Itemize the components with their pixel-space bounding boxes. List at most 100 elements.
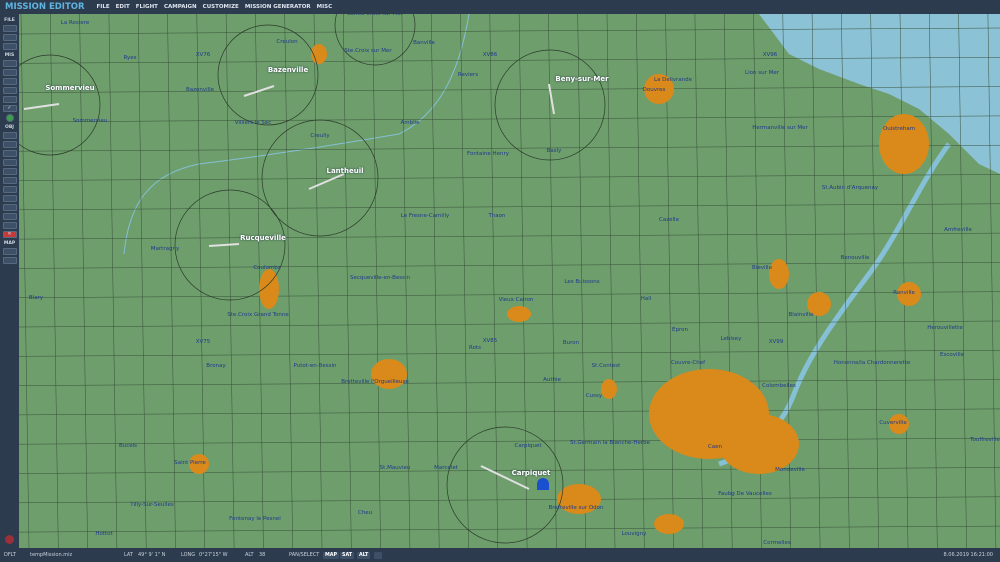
airfield-label[interactable]: Rucqueville — [240, 234, 286, 242]
alt-value: 38 — [259, 552, 266, 558]
map-grid — [19, 14, 1000, 548]
place-label: Saint Pierre — [174, 460, 206, 466]
grid-line — [548, 14, 557, 548]
briefing-icon[interactable] — [2, 60, 17, 67]
place-label: Hononne/la Chardonnerette — [833, 360, 911, 366]
place-label: Louvigny — [621, 531, 647, 537]
grid-line — [19, 408, 1000, 416]
grid-line — [19, 525, 1000, 533]
grid-line — [460, 14, 469, 548]
sat-button[interactable]: SAT — [340, 551, 355, 559]
open-folder-icon[interactable] — [2, 34, 17, 41]
place-label: Coulombs — [253, 265, 281, 271]
profile-select[interactable]: DFLT — [4, 552, 16, 558]
place-label: Douvres — [642, 87, 666, 93]
grid-line — [841, 14, 850, 548]
place-label: Le Fresne-Camilly — [400, 213, 450, 219]
vehicle-icon[interactable] — [2, 159, 17, 166]
lat-label: LAT — [124, 552, 133, 558]
grid-line — [636, 14, 645, 548]
long-label: LONG — [181, 552, 196, 558]
place-label: St.Aubin d'Arquenay — [821, 185, 879, 191]
fly-icon[interactable] — [5, 114, 14, 122]
airfield-label[interactable]: Bazenville — [268, 66, 308, 74]
resources-icon[interactable] — [2, 96, 17, 103]
weather-icon[interactable] — [2, 69, 17, 76]
menu-campaign[interactable]: CAMPAIGN — [164, 4, 197, 10]
airfield-label[interactable]: Beny-sur-Mer — [555, 75, 608, 83]
place-label: Sainte Croix sur Mer — [347, 14, 403, 17]
shapes-icon[interactable] — [2, 222, 17, 229]
place-label: XV96 — [762, 52, 778, 58]
menu-misc[interactable]: MISC — [317, 4, 333, 10]
section-map: MAP — [3, 241, 16, 246]
unit-marker[interactable] — [537, 478, 549, 490]
place-label: Touffreville — [970, 437, 1000, 443]
place-label: Vieux Cairon — [498, 297, 534, 303]
grid-line — [19, 437, 1000, 445]
place-label: Cheu — [357, 510, 373, 516]
goals-icon[interactable] — [2, 87, 17, 94]
towns — [189, 44, 929, 534]
layers-icon[interactable] — [374, 551, 382, 559]
place-label: Fontaine Henry — [466, 151, 510, 157]
save-icon[interactable] — [2, 43, 17, 50]
place-label: Basly — [546, 148, 562, 154]
triggers-icon[interactable] — [2, 78, 17, 85]
place-label: Hermanville sur Mer — [752, 125, 808, 131]
plane-icon[interactable] — [2, 132, 17, 139]
menu-flight[interactable]: FLIGHT — [136, 4, 158, 10]
place-label: Tilly-Sur-Seulles — [130, 502, 174, 508]
place-label: La Delivrande — [653, 77, 693, 83]
place-label: Cuverville — [879, 420, 907, 426]
bullseye-icon[interactable] — [2, 204, 17, 211]
airfield-label[interactable]: Carpiquet — [512, 469, 551, 477]
grid-line — [518, 14, 528, 548]
new-file-icon[interactable] — [2, 25, 17, 32]
place-label: Marcelet — [434, 465, 458, 471]
place-label: Mondeville — [775, 467, 805, 473]
waypoint-icon[interactable] — [2, 177, 17, 184]
template-icon[interactable] — [2, 186, 17, 193]
map-view[interactable]: Bazenville Sommervieu Beny-sur-Mer Lanth… — [19, 14, 1000, 548]
ship-icon[interactable] — [2, 150, 17, 157]
place-label: Les Buissons — [564, 279, 600, 285]
check-icon[interactable]: ✓ — [2, 105, 17, 112]
grid-line — [50, 14, 59, 548]
place-label: Escoville — [940, 352, 964, 358]
static-object-icon[interactable] — [2, 168, 17, 175]
delete-icon[interactable]: ✕ — [2, 231, 17, 238]
airfield-label[interactable]: Lantheuil — [326, 167, 363, 175]
zone-icon[interactable] — [2, 195, 17, 202]
airfield-label[interactable]: Sommervieu — [45, 84, 94, 92]
alt-button[interactable]: ALT — [357, 551, 371, 559]
place-label: Fontenay le Pesnel — [229, 516, 281, 522]
exit-icon[interactable] — [5, 535, 14, 544]
grid-line — [19, 467, 1000, 474]
menu-edit[interactable]: EDIT — [116, 4, 130, 10]
place-label: La Rosiere — [60, 20, 90, 26]
place-label: XV85 — [482, 338, 498, 344]
place-label: Cazelle — [659, 217, 679, 223]
ruler-icon[interactable] — [2, 257, 17, 264]
grid-line — [19, 320, 1000, 328]
menu-customize[interactable]: CUSTOMIZE — [203, 4, 239, 10]
nav-points-icon[interactable] — [2, 213, 17, 220]
helicopter-icon[interactable] — [2, 141, 17, 148]
section-mis: MIS — [4, 53, 15, 58]
place-label: Cussy — [585, 393, 603, 399]
place-label: Sommervieu — [72, 118, 108, 124]
menu-mission-generator[interactable]: MISSION GENERATOR — [245, 4, 311, 10]
place-label: Amblie — [400, 120, 420, 126]
map-button[interactable]: MAP — [323, 551, 340, 559]
grid-line — [19, 115, 1000, 123]
place-label: Epron — [672, 327, 688, 333]
menu-file[interactable]: FILE — [97, 4, 110, 10]
place-label: Caen — [707, 444, 723, 450]
airfield-zones — [19, 14, 606, 544]
map-canvas[interactable] — [19, 14, 1000, 548]
place-label: Bretteville l'Orgueilleuse — [341, 379, 409, 385]
place-label: Rots — [469, 345, 481, 351]
place-label: Benouville — [840, 255, 870, 261]
map-options-icon[interactable] — [2, 248, 17, 255]
